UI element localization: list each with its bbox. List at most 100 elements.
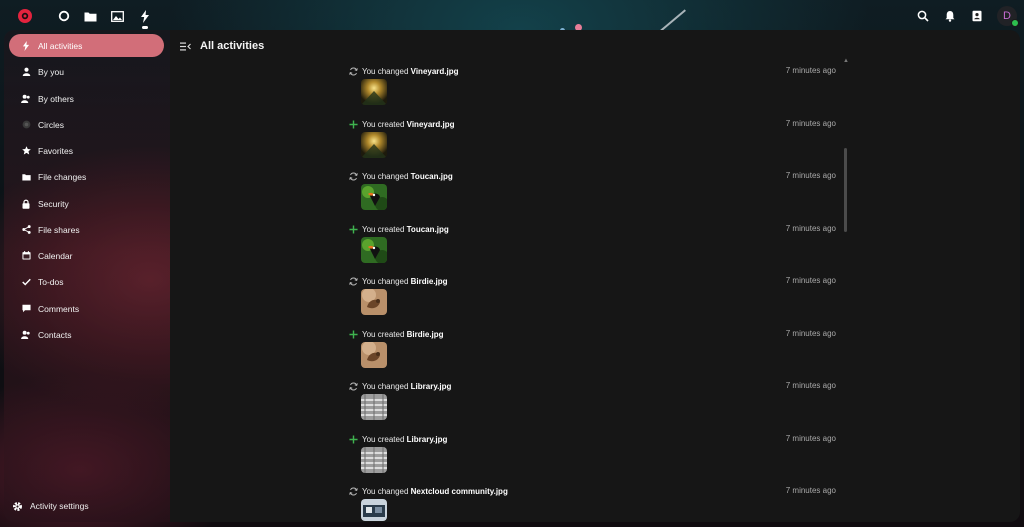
- file-link[interactable]: Library.jpg: [411, 382, 452, 391]
- activity-time: 7 minutes ago: [785, 66, 836, 75]
- file-thumbnail[interactable]: [361, 499, 387, 521]
- add-icon: [348, 119, 358, 129]
- dashboard-icon[interactable]: [56, 8, 72, 24]
- main-content: All activities ▲ You changed Vineyard.jp…: [170, 30, 1020, 522]
- circles-icon: [19, 118, 33, 132]
- sidebar-item-label: All activities: [38, 40, 83, 51]
- sidebar-item-calendar[interactable]: Calendar: [9, 244, 164, 267]
- scroll-up-arrow-icon[interactable]: ▲: [843, 58, 849, 64]
- activity-time: 7 minutes ago: [785, 381, 836, 390]
- file-thumbnail[interactable]: [361, 342, 387, 368]
- contacts-icon: [19, 328, 33, 342]
- sidebar-item-label: Security: [38, 198, 69, 209]
- add-icon: [348, 329, 358, 339]
- change-icon: [348, 276, 358, 286]
- file-link[interactable]: Birdie.jpg: [407, 330, 444, 339]
- activity-item: You changed Nextcloud community.jpg 7 mi…: [348, 485, 838, 521]
- sidebar-item-file-shares[interactable]: File shares: [9, 218, 164, 241]
- activity-time: 7 minutes ago: [785, 171, 836, 180]
- sidebar-item-security[interactable]: Security: [9, 192, 164, 215]
- activity-item: You created Birdie.jpg 7 minutes ago: [348, 328, 838, 368]
- nextcloud-logo-icon[interactable]: [16, 7, 34, 25]
- sidebar-item-label: Comments: [38, 303, 80, 314]
- activity-time: 7 minutes ago: [785, 329, 836, 338]
- online-status-icon: [1011, 19, 1019, 27]
- file-thumbnail[interactable]: [361, 447, 387, 473]
- person-icon: [19, 65, 33, 79]
- file-link[interactable]: Library.jpg: [407, 435, 448, 444]
- activity-subject: You created Toucan.jpg: [362, 224, 449, 234]
- scrollbar-thumb[interactable]: [844, 148, 847, 232]
- activity-item: You created Vineyard.jpg 7 minutes ago: [348, 118, 838, 158]
- change-icon: [348, 171, 358, 181]
- contacts-icon[interactable]: [969, 8, 985, 24]
- file-link[interactable]: Vineyard.jpg: [407, 120, 455, 129]
- sidebar-item-by-others[interactable]: By others: [9, 87, 164, 110]
- file-thumbnail[interactable]: [361, 184, 387, 210]
- file-thumbnail[interactable]: [361, 79, 387, 105]
- top-header: D: [0, 0, 1024, 32]
- change-icon: [348, 486, 358, 496]
- file-link[interactable]: Vineyard.jpg: [411, 67, 459, 76]
- photos-icon[interactable]: [109, 8, 125, 24]
- lightning-icon: [19, 39, 33, 53]
- activity-subject: You created Birdie.jpg: [362, 329, 444, 339]
- activity-icon[interactable]: [137, 8, 153, 29]
- activity-subject: You changed Nextcloud community.jpg: [362, 486, 508, 496]
- activity-subject: You changed Birdie.jpg: [362, 276, 448, 286]
- sidebar-item-file-changes[interactable]: File changes: [9, 165, 164, 188]
- activity-item: You changed Vineyard.jpg 7 minutes ago: [348, 65, 838, 105]
- file-link[interactable]: Toucan.jpg: [411, 172, 453, 181]
- activity-subject: You created Library.jpg: [362, 434, 448, 444]
- file-link[interactable]: Nextcloud community.jpg: [411, 487, 508, 496]
- gear-icon: [10, 499, 24, 513]
- sidebar-item-label: File shares: [38, 224, 80, 235]
- navigation-toggle-icon[interactable]: [178, 39, 192, 53]
- add-icon: [348, 434, 358, 444]
- activity-subject: You created Vineyard.jpg: [362, 119, 455, 129]
- page-title: All activities: [200, 40, 265, 52]
- app-navigation: All activities By you By others Circles …: [4, 30, 170, 522]
- files-icon[interactable]: [82, 8, 98, 24]
- sidebar-item-label: By others: [38, 93, 74, 104]
- sidebar-item-label: Contacts: [38, 329, 72, 340]
- check-icon: [19, 275, 33, 289]
- comment-icon: [19, 302, 33, 316]
- activity-item: You changed Birdie.jpg 7 minutes ago: [348, 275, 838, 315]
- sidebar-item-comments[interactable]: Comments: [9, 297, 164, 320]
- sidebar-item-by-you[interactable]: By you: [9, 60, 164, 83]
- search-icon[interactable]: [915, 8, 931, 24]
- activity-subject: You changed Vineyard.jpg: [362, 66, 459, 76]
- file-thumbnail[interactable]: [361, 289, 387, 315]
- sidebar-item-circles[interactable]: Circles: [9, 113, 164, 136]
- star-icon: [19, 144, 33, 158]
- add-icon: [348, 224, 358, 234]
- activity-subject: You changed Library.jpg: [362, 381, 452, 391]
- file-thumbnail[interactable]: [361, 394, 387, 420]
- user-avatar[interactable]: D: [997, 6, 1019, 27]
- sidebar-item-label: By you: [38, 66, 64, 77]
- file-link[interactable]: Toucan.jpg: [407, 225, 449, 234]
- sidebar-item-label: To-dos: [38, 276, 64, 287]
- folder-icon: [19, 170, 33, 184]
- activity-item: You changed Toucan.jpg 7 minutes ago: [348, 170, 838, 210]
- sidebar-item-contacts[interactable]: Contacts: [9, 323, 164, 346]
- sidebar-item-favorites[interactable]: Favorites: [9, 139, 164, 162]
- file-thumbnail[interactable]: [361, 132, 387, 158]
- file-thumbnail[interactable]: [361, 237, 387, 263]
- sidebar-item-all-activities[interactable]: All activities: [9, 34, 164, 57]
- activity-time: 7 minutes ago: [785, 434, 836, 443]
- sidebar-item-label: Favorites: [38, 145, 73, 156]
- activity-item: You changed Library.jpg 7 minutes ago: [348, 380, 838, 420]
- sidebar-item-to-dos[interactable]: To-dos: [9, 270, 164, 293]
- activity-settings-button[interactable]: Activity settings: [10, 497, 89, 515]
- sidebar-item-label: File changes: [38, 171, 87, 182]
- lock-icon: [19, 197, 33, 211]
- file-link[interactable]: Birdie.jpg: [411, 277, 448, 286]
- notifications-icon[interactable]: [942, 8, 958, 24]
- activity-time: 7 minutes ago: [785, 224, 836, 233]
- sidebar-item-label: Circles: [38, 119, 64, 130]
- content-header: All activities: [178, 38, 264, 54]
- avatar-initial: D: [1003, 10, 1011, 22]
- activity-time: 7 minutes ago: [785, 276, 836, 285]
